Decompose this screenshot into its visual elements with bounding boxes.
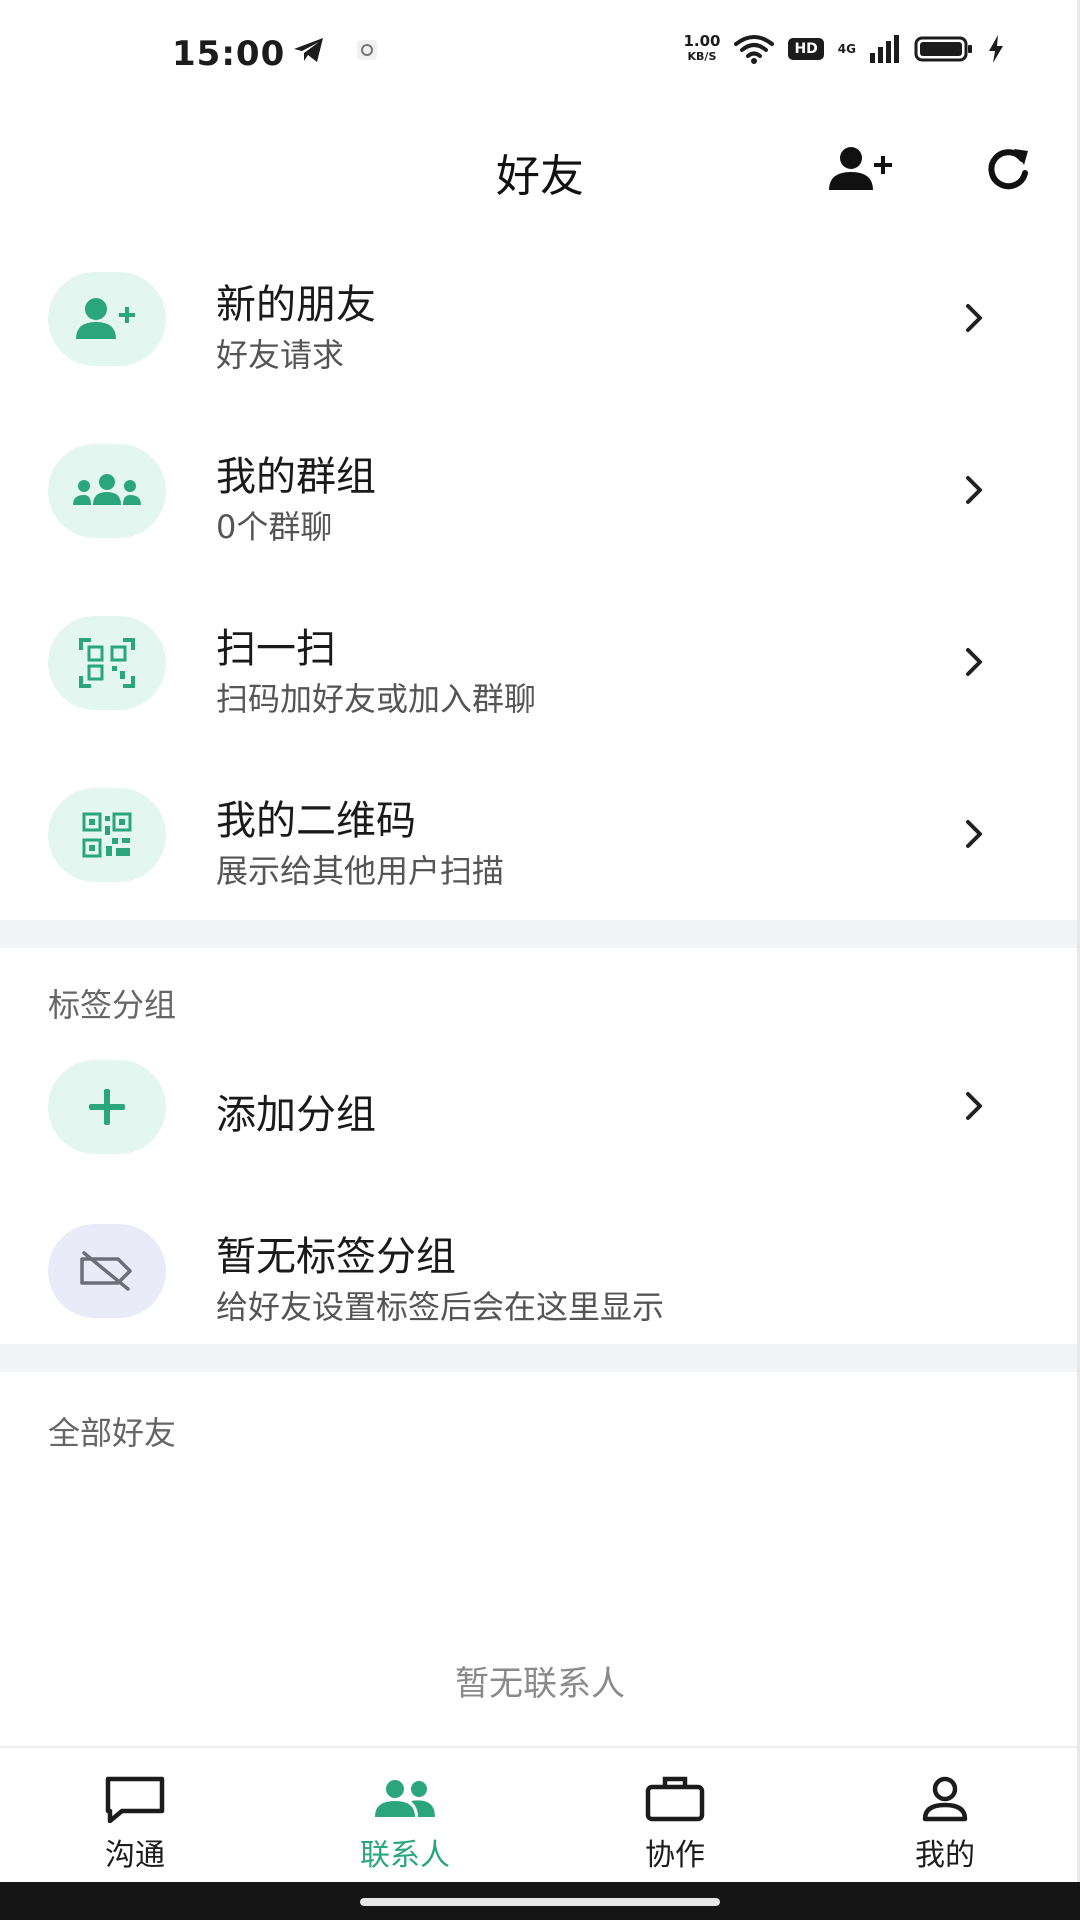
new-friends-subtitle: 好友请求 [216,336,345,374]
status-bar: 15:00 1.00 KB/S HD 4G [0,0,1080,108]
all-friends-section-label: 全部好友 [48,1414,177,1452]
chevron-right-icon [954,468,994,512]
no-tag-groups-subtitle: 给好友设置标签后会在这里显示 [216,1288,665,1326]
tag-off-icon [80,1251,132,1291]
scan-title: 扫一扫 [216,626,336,672]
signal-icon [870,35,899,63]
chat-icon [105,1776,165,1823]
user-icon [922,1776,968,1822]
tab-chat[interactable]: 沟通 [0,1748,270,1884]
add-group-title: 添加分组 [216,1092,376,1138]
tab-chat-label: 沟通 [105,1838,165,1873]
my-groups-icon-wrap [48,444,166,538]
group-icon [73,474,141,505]
scan-subtitle: 扫码加好友或加入群聊 [216,680,537,718]
no-contacts-text: 暂无联系人 [455,1664,625,1704]
net-speed: 1.00 KB/S [683,32,721,64]
status-system-icons: 1.00 KB/S HD 4G [683,34,1004,64]
app-notification-icon [357,40,377,60]
chevron-right-icon [954,640,994,684]
app-header: 好友 [0,108,1080,228]
my-qrcode-subtitle: 展示给其他用户扫描 [216,852,505,890]
telegram-icon [294,38,323,62]
my-qrcode-title: 我的二维码 [216,798,416,844]
add-group-row[interactable]: 添加分组 [0,1020,1080,1192]
chevron-right-icon [954,1084,994,1128]
qrcode-icon [82,812,132,858]
chevron-right-icon [954,296,994,340]
network-type: 4G [837,42,856,56]
section-divider [0,920,1080,948]
tab-contacts-label: 联系人 [360,1838,450,1873]
system-nav-bar [0,1882,1080,1920]
battery-icon [914,36,972,62]
tab-collaboration-label: 协作 [645,1838,705,1873]
tab-collaboration[interactable]: 协作 [540,1748,810,1884]
add-user-icon [829,147,892,190]
hd-badge: HD [788,38,824,60]
no-tag-groups-icon-wrap [48,1224,166,1318]
my-groups-title: 我的群组 [216,454,376,500]
new-friends-title: 新的朋友 [216,282,376,328]
scan-row[interactable]: 扫一扫 扫码加好友或加入群聊 [0,576,1080,748]
my-qrcode-row[interactable]: 我的二维码 展示给其他用户扫描 [0,748,1080,920]
add-friend-button[interactable] [822,134,902,204]
charging-icon [989,35,1003,63]
tab-me-label: 我的 [915,1838,975,1873]
status-notification-icons [292,36,378,64]
no-tag-groups-title: 暂无标签分组 [216,1234,456,1280]
bottom-tab-bar: 沟通 联系人 协作 我的 [0,1746,1080,1882]
add-user-icon [76,298,135,339]
wifi-icon [734,35,775,64]
friends-screen: 15:00 1.00 KB/S HD 4G 好友 新的朋友 好友请求 我的群组 … [0,0,1080,1920]
plus-icon [89,1089,125,1125]
no-tag-groups-row: 暂无标签分组 给好友设置标签后会在这里显示 [0,1184,1080,1356]
home-gesture-handle[interactable] [360,1898,720,1906]
add-group-icon-wrap [48,1060,166,1154]
section-divider [0,1344,1080,1372]
contacts-icon [375,1780,435,1817]
refresh-icon [988,149,1028,190]
scan-icon-wrap [48,616,166,710]
my-groups-subtitle: 0个群聊 [216,508,333,546]
briefcase-icon [645,1776,705,1822]
new-friends-icon-wrap [48,272,166,366]
my-groups-row[interactable]: 我的群组 0个群聊 [0,404,1080,576]
tab-me[interactable]: 我的 [810,1748,1080,1884]
page-title: 好友 [496,151,584,202]
new-friends-row[interactable]: 新的朋友 好友请求 [0,232,1080,404]
status-time: 15:00 [172,34,286,74]
chevron-right-icon [954,812,994,856]
my-qrcode-icon-wrap [48,788,166,882]
refresh-button[interactable] [968,134,1048,204]
scan-qr-icon [79,638,135,688]
tab-contacts[interactable]: 联系人 [270,1748,540,1884]
